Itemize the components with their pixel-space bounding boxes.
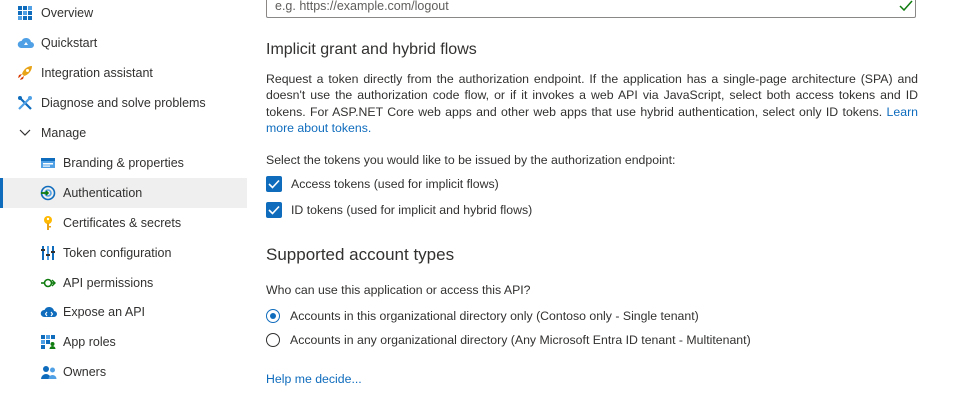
sidebar-nav: Overview Quickstart Integration assistan… — [0, 0, 247, 394]
single-tenant-radio[interactable] — [266, 309, 280, 323]
logout-url-input[interactable] — [266, 0, 916, 18]
rocket-icon — [17, 65, 33, 81]
account-types-heading: Supported account types — [266, 245, 455, 264]
sidebar-item-integration-assistant[interactable]: Integration assistant — [0, 58, 247, 88]
chevron-down-icon — [19, 125, 35, 141]
sidebar-item-token-configuration[interactable]: Token configuration — [0, 238, 247, 268]
multitenant-label: Accounts in any organizational directory… — [290, 333, 751, 347]
sidebar-item-label: Overview — [41, 6, 94, 20]
sidebar-item-label: Quickstart — [41, 36, 98, 50]
checkmark-icon — [899, 0, 913, 17]
sidebar-group-manage[interactable]: Manage — [0, 118, 247, 148]
single-tenant-label: Accounts in this organizational director… — [290, 309, 699, 323]
access-tokens-checkbox[interactable] — [266, 176, 282, 192]
owners-icon — [40, 364, 57, 380]
tokens-prompt: Select the tokens you would like to be i… — [266, 153, 676, 167]
token-config-icon — [40, 245, 56, 261]
sidebar-item-label: Authentication — [63, 186, 143, 200]
sidebar-item-owners[interactable]: Owners — [0, 357, 247, 387]
cloud-icon — [17, 35, 34, 51]
sidebar-item-label: Integration assistant — [41, 66, 153, 80]
id-tokens-checkbox[interactable] — [266, 202, 282, 218]
sidebar-item-diagnose[interactable]: Diagnose and solve problems — [0, 88, 247, 118]
key-icon — [40, 215, 56, 231]
wrench-icon — [17, 95, 33, 111]
app-roles-icon — [40, 334, 56, 350]
sidebar-item-expose-api[interactable]: Expose an API — [0, 297, 247, 327]
sidebar-item-label: Token configuration — [63, 246, 172, 260]
authentication-icon — [40, 185, 56, 201]
sidebar-item-label: Expose an API — [63, 305, 146, 319]
sidebar-item-authentication[interactable]: Authentication — [0, 178, 247, 208]
sidebar-item-branding[interactable]: Branding & properties — [0, 148, 247, 178]
grid-icon — [17, 5, 33, 21]
sidebar-item-label: API permissions — [63, 276, 154, 290]
account-types-prompt: Who can use this application or access t… — [266, 283, 531, 297]
check-icon — [268, 205, 280, 215]
sidebar-item-label: App roles — [63, 335, 116, 349]
cloud-api-icon — [40, 304, 57, 320]
sidebar-item-label: Diagnose and solve problems — [41, 96, 206, 110]
sidebar-item-label: Manage — [41, 126, 87, 140]
multitenant-radio[interactable] — [266, 333, 280, 347]
access-tokens-option[interactable]: Access tokens (used for implicit flows) — [266, 175, 499, 193]
id-tokens-label: ID tokens (used for implicit and hybrid … — [291, 203, 533, 217]
sidebar-item-certificates[interactable]: Certificates & secrets — [0, 208, 247, 238]
sidebar-item-label: Certificates & secrets — [63, 216, 182, 230]
sidebar-item-api-permissions[interactable]: API permissions — [0, 268, 247, 298]
sidebar-item-overview[interactable]: Overview — [0, 0, 247, 28]
sidebar-item-label: Owners — [63, 365, 107, 379]
sidebar-item-quickstart[interactable]: Quickstart — [0, 28, 247, 58]
check-icon — [268, 179, 280, 189]
access-tokens-label: Access tokens (used for implicit flows) — [291, 177, 499, 191]
single-tenant-option[interactable]: Accounts in this organizational director… — [266, 307, 699, 325]
api-permissions-icon — [40, 275, 56, 291]
sidebar-item-label: Branding & properties — [63, 156, 184, 170]
implicit-grant-description: Request a token directly from the author… — [266, 72, 918, 135]
implicit-grant-heading: Implicit grant and hybrid flows — [266, 41, 477, 58]
id-tokens-option[interactable]: ID tokens (used for implicit and hybrid … — [266, 201, 532, 219]
help-me-decide-link[interactable]: Help me decide... — [266, 372, 362, 386]
multitenant-option[interactable]: Accounts in any organizational directory… — [266, 331, 751, 349]
sidebar-item-app-roles[interactable]: App roles — [0, 327, 247, 357]
branding-icon — [40, 155, 56, 171]
